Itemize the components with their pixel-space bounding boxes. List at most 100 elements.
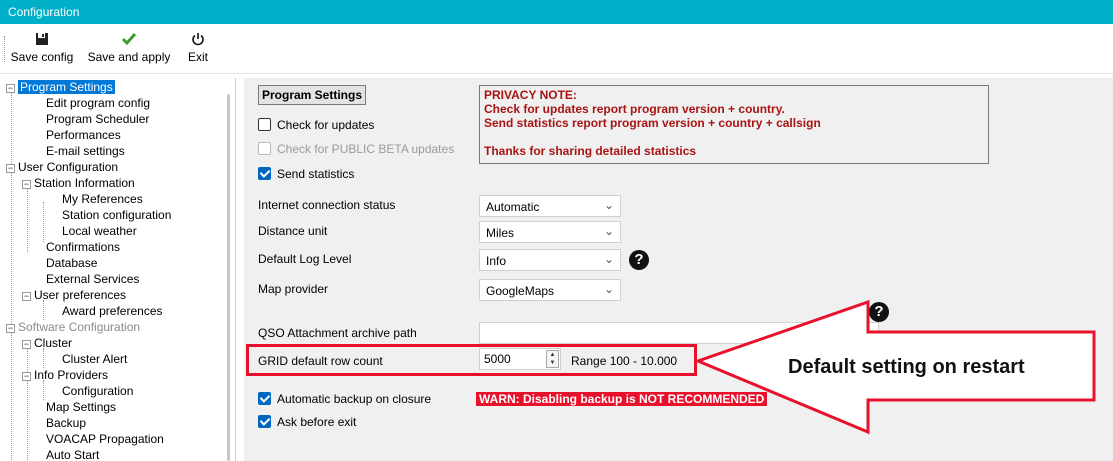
chevron-down-icon: ⌄ <box>603 252 614 266</box>
tree-item-software-configuration[interactable]: − Software Configuration <box>6 319 140 335</box>
chevron-down-icon: ⌄ <box>603 224 614 238</box>
auto-backup-row[interactable]: Automatic backup on closure <box>258 392 431 406</box>
log-level-select[interactable]: Info ⌄ <box>479 249 621 271</box>
distance-unit-value: Miles <box>486 226 515 240</box>
section-title: Program Settings <box>258 85 367 105</box>
tree-item-info-providers[interactable]: − Info Providers <box>22 367 108 383</box>
tree-connector <box>27 348 28 460</box>
tree-item-label: Station Information <box>34 176 135 190</box>
send-statistics-row[interactable]: Send statistics <box>258 167 354 181</box>
tree-connector <box>11 90 12 460</box>
map-provider-label: Map provider <box>258 282 329 296</box>
grid-row-count-value: 5000 <box>484 352 511 366</box>
tree-item-configuration[interactable]: Configuration <box>62 383 133 399</box>
collapse-icon[interactable]: − <box>22 180 31 189</box>
distance-unit-select[interactable]: Miles ⌄ <box>479 221 621 243</box>
tree-item-user-configuration[interactable]: − User Configuration <box>6 159 118 175</box>
window-title: Configuration <box>0 0 1113 24</box>
tree-item-program-scheduler[interactable]: Program Scheduler <box>46 111 149 127</box>
tree-item-edit-program-config[interactable]: Edit program config <box>46 95 150 111</box>
exit-label: Exit <box>187 50 208 64</box>
tree-connector <box>43 300 44 320</box>
green-check-icon <box>78 32 180 50</box>
toolbar-grip <box>4 36 6 62</box>
tree-item-performances[interactable]: Performances <box>46 127 121 143</box>
collapse-icon[interactable]: − <box>22 372 31 381</box>
tree-item-program-settings[interactable]: − Program Settings <box>6 79 115 95</box>
tree-item-voacap-propagation[interactable]: VOACAP Propagation <box>46 431 164 447</box>
save-and-apply-button[interactable]: Save and apply <box>78 32 180 64</box>
tree-item-auto-start[interactable]: Auto Start <box>46 447 99 461</box>
qso-path-label: QSO Attachment archive path <box>258 326 417 340</box>
check-beta-label: Check for PUBLIC BETA updates <box>277 142 455 156</box>
auto-backup-label: Automatic backup on closure <box>277 392 432 406</box>
tree-connector <box>43 202 44 242</box>
tree-item-backup[interactable]: Backup <box>46 415 86 431</box>
grid-row-count-label: GRID default row count <box>258 354 383 368</box>
tree-item-label: Software Configuration <box>18 320 141 334</box>
chevron-down-icon: ⌄ <box>603 198 614 212</box>
map-provider-value: GoogleMaps <box>486 284 555 298</box>
power-icon <box>183 32 213 50</box>
tree-item-confirmations[interactable]: Confirmations <box>46 239 120 255</box>
spinner-buttons[interactable]: ▲ ▼ <box>546 350 559 368</box>
distance-unit-label: Distance unit <box>258 224 328 238</box>
help-icon[interactable]: ? <box>629 250 649 270</box>
check-beta-row[interactable]: Check for PUBLIC BETA updates <box>258 142 454 156</box>
floppy-disk-icon <box>10 32 74 50</box>
chevron-down-icon: ⌄ <box>603 282 614 296</box>
log-level-label: Default Log Level <box>258 252 352 266</box>
spin-down-icon[interactable]: ▼ <box>547 359 558 367</box>
internet-status-select[interactable]: Automatic ⌄ <box>479 195 621 217</box>
ask-exit-label: Ask before exit <box>277 415 357 429</box>
tree-item-map-settings[interactable]: Map Settings <box>46 399 116 415</box>
privacy-note: PRIVACY NOTE: Check for updates report p… <box>479 85 989 164</box>
privacy-title: PRIVACY NOTE: <box>484 88 577 102</box>
ask-exit-row[interactable]: Ask before exit <box>258 415 356 429</box>
callout-text: Default setting on restart <box>788 356 1025 378</box>
privacy-line-thanks: Thanks for sharing detailed statistics <box>484 144 697 158</box>
toolbar: Save config Save and apply Exit <box>0 24 1113 74</box>
tree-item-local-weather[interactable]: Local weather <box>62 223 137 239</box>
ask-exit-checkbox[interactable] <box>258 415 271 428</box>
tree-item-email-settings[interactable]: E-mail settings <box>46 143 125 159</box>
log-level-value: Info <box>486 254 507 268</box>
tree-item-cluster[interactable]: − Cluster <box>22 335 72 351</box>
grid-row-count-spinner[interactable]: 5000 ▲ ▼ <box>479 348 561 370</box>
check-beta-checkbox[interactable] <box>258 142 271 155</box>
save-config-button[interactable]: Save config <box>10 32 74 64</box>
tree-connector <box>43 380 44 400</box>
spin-up-icon[interactable]: ▲ <box>547 351 558 359</box>
internet-status-value: Automatic <box>486 200 540 214</box>
settings-tree: − Program Settings Edit program config Pr… <box>6 78 236 461</box>
check-updates-checkbox[interactable] <box>258 118 271 131</box>
tree-item-cluster-alert[interactable]: Cluster Alert <box>62 351 127 367</box>
tree-item-label: User Configuration <box>18 160 119 174</box>
collapse-icon[interactable]: − <box>6 84 15 93</box>
check-updates-row[interactable]: Check for updates <box>258 118 374 132</box>
tree-item-label: Cluster <box>34 336 73 350</box>
send-statistics-label: Send statistics <box>277 167 355 181</box>
save-and-apply-label: Save and apply <box>87 50 171 64</box>
tree-item-my-references[interactable]: My References <box>62 191 143 207</box>
tree-item-label: Program Settings <box>18 80 115 94</box>
tree-connector <box>27 186 28 252</box>
send-statistics-checkbox[interactable] <box>258 167 271 180</box>
collapse-icon[interactable]: − <box>6 324 15 333</box>
collapse-icon[interactable]: − <box>22 340 31 349</box>
privacy-line-statistics: Send statistics report program version +… <box>484 116 821 130</box>
tree-item-user-preferences[interactable]: − User preferences <box>22 287 126 303</box>
map-provider-select[interactable]: GoogleMaps ⌄ <box>479 279 621 301</box>
auto-backup-checkbox[interactable] <box>258 392 271 405</box>
tree-item-external-services[interactable]: External Services <box>46 271 139 287</box>
tree-scrollbar[interactable] <box>227 94 230 461</box>
collapse-icon[interactable]: − <box>22 292 31 301</box>
tree-connector <box>43 348 44 368</box>
exit-button[interactable]: Exit <box>183 32 213 64</box>
collapse-icon[interactable]: − <box>6 164 15 173</box>
tree-item-station-configuration[interactable]: Station configuration <box>62 207 171 223</box>
tree-item-database[interactable]: Database <box>46 255 97 271</box>
grid-row-range: Range 100 - 10.000 <box>571 354 678 368</box>
tree-item-station-information[interactable]: − Station Information <box>22 175 135 191</box>
tree-item-award-preferences[interactable]: Award preferences <box>62 303 163 319</box>
